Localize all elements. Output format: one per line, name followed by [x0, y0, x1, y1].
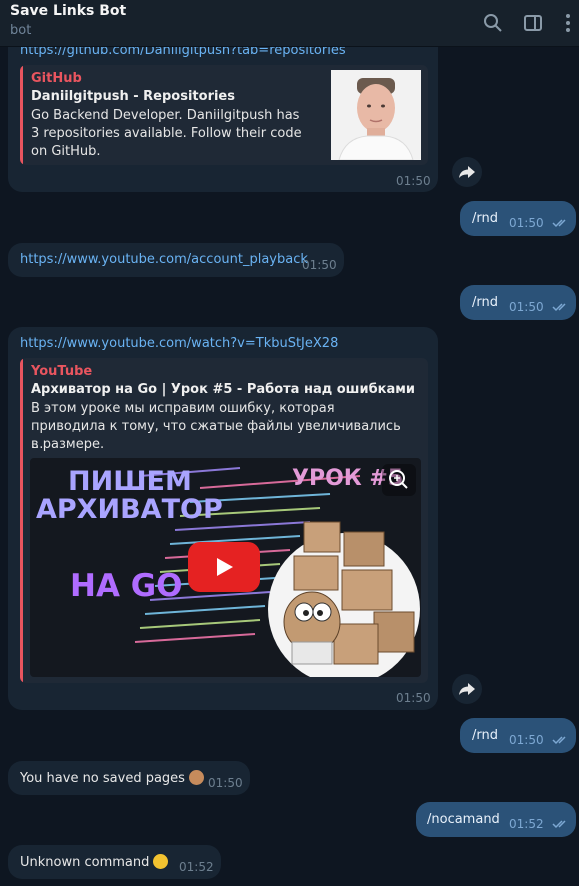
message-time: 01:50 [509, 216, 544, 230]
preview-description: В этом уроке мы исправим ошибку, которая… [31, 401, 401, 452]
message-text: /rnd [472, 211, 498, 226]
message-text-content: You have no saved pages [20, 771, 185, 786]
search-icon[interactable] [482, 12, 504, 34]
message-rnd[interactable]: /rnd 01:50 [460, 285, 576, 320]
read-checks-icon [552, 820, 566, 829]
message-time: 01:50 [509, 733, 544, 747]
message-time: 01:50 [509, 300, 544, 314]
message-text: /rnd [472, 728, 498, 743]
message-text: /nocamand [427, 812, 500, 827]
message-rnd[interactable]: /rnd 01:50 [460, 718, 576, 753]
forward-icon [459, 683, 475, 695]
play-icon [217, 558, 233, 576]
message-link[interactable]: https://www.youtube.com/watch?v=TkbuStJe… [20, 336, 338, 351]
message-time: 01:50 [208, 776, 243, 790]
preview-site-name: GitHub [31, 71, 82, 86]
link-preview[interactable]: YouTube Архиватор на Go | Урок #5 - Рабо… [20, 358, 428, 683]
message-unknown-command[interactable]: Unknown command 01:52 [8, 845, 221, 879]
zoom-in-icon [389, 470, 408, 489]
sidebar-toggle-icon[interactable] [522, 12, 544, 34]
message-time: 01:52 [179, 860, 214, 874]
message-time: 01:52 [509, 817, 544, 831]
preview-ellipsis: ... [31, 437, 44, 452]
read-checks-icon [552, 303, 566, 312]
link-preview[interactable]: GitHub Daniilgitpush - Repositories Go B… [20, 65, 428, 165]
video-thumbnail[interactable]: ПИШЕМ АРХИВАТОР НА GO УРОК #5 [30, 458, 421, 677]
preview-title: Daniilgitpush - Repositories [31, 89, 235, 104]
message-time: 01:50 [396, 691, 431, 705]
preview-title: Архиватор на Go | Урок #5 - Работа над о… [31, 382, 416, 397]
preview-description: Go Backend Developer. Daniilgitpush has … [31, 108, 302, 159]
zoom-button[interactable] [382, 464, 416, 496]
more-vertical-icon[interactable] [557, 12, 579, 34]
message-rnd[interactable]: /rnd 01:50 [460, 201, 576, 236]
message-no-saved-pages[interactable]: You have no saved pages 01:50 [8, 761, 250, 795]
message-time: 01:50 [396, 174, 431, 188]
preview-accent-bar [20, 358, 23, 683]
message-text: Unknown command [20, 854, 169, 870]
read-checks-icon [552, 736, 566, 745]
message-link[interactable]: https://www.youtube.com/account_playback [20, 252, 308, 267]
thumbnail-text-line3: НА GO [70, 568, 183, 604]
gopher-boxes-illustration [268, 521, 420, 677]
thumbnail-text-line2: АРХИВАТОР [36, 494, 223, 525]
message-text: You have no saved pages [20, 770, 204, 786]
preview-accent-bar [20, 65, 23, 165]
message-youtube-video-link[interactable]: https://www.youtube.com/watch?v=TkbuStJe… [8, 327, 438, 710]
forward-icon [459, 166, 475, 178]
chat-title[interactable]: Save Links Bot [10, 3, 126, 19]
play-button[interactable] [188, 542, 260, 592]
message-text: /rnd [472, 295, 498, 310]
message-youtube-playback-link[interactable]: https://www.youtube.com/account_playback… [8, 243, 344, 277]
preview-site-name: YouTube [31, 364, 93, 379]
message-time: 01:50 [302, 258, 337, 272]
github-avatar-image [331, 70, 421, 160]
forward-button[interactable] [452, 674, 482, 704]
thumbnail-text-line1: ПИШЕМ [68, 466, 192, 497]
forward-button[interactable] [452, 157, 482, 187]
message-text-content: Unknown command [20, 855, 150, 870]
chat-subtitle: bot [10, 23, 32, 38]
thinking-face-emoji-icon [153, 854, 169, 869]
monkey-emoji-icon [188, 770, 204, 785]
read-checks-icon [552, 219, 566, 228]
chat-header: Save Links Bot bot [0, 0, 579, 47]
message-nocamand[interactable]: /nocamand 01:52 [416, 802, 576, 837]
